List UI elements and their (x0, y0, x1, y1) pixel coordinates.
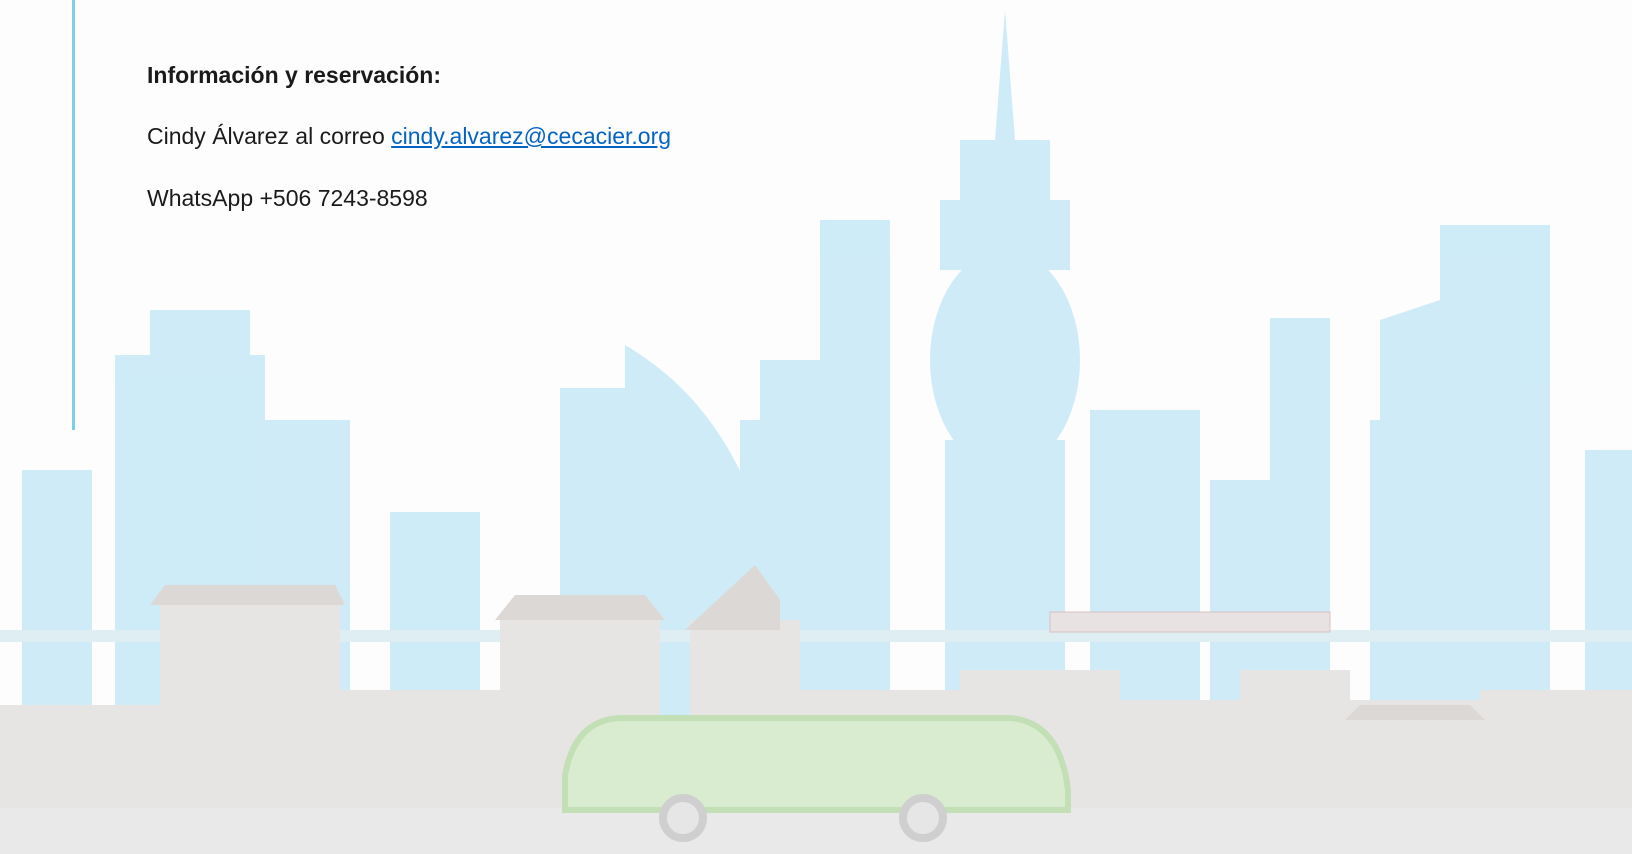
contact-line: Cindy Álvarez al correo cindy.alvarez@ce… (147, 121, 671, 151)
contact-section: Información y reservación: Cindy Álvarez… (147, 60, 671, 213)
whatsapp-line: WhatsApp +506 7243-8598 (147, 185, 428, 211)
email-link[interactable]: cindy.alvarez@cecacier.org (391, 123, 671, 149)
section-heading: Información y reservación: (147, 62, 441, 88)
contact-prefix: Cindy Álvarez al correo (147, 123, 392, 149)
